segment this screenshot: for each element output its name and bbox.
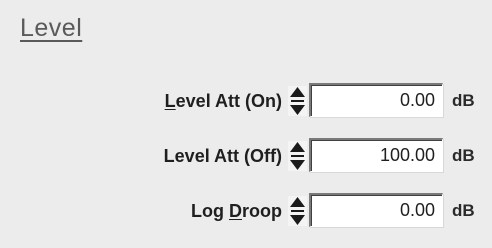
section-title-level: Level	[20, 14, 83, 42]
level-att-off-unit: dB	[452, 146, 475, 165]
log-droop-unit: dB	[452, 201, 475, 220]
level-att-off-spinner[interactable]	[288, 141, 307, 171]
log-droop-row: Log Droop 0.00 dB	[0, 193, 492, 227]
level-att-on-field[interactable]: 0.00	[309, 83, 443, 117]
log-droop-accel: D	[229, 201, 242, 221]
level-att-off-label: Level Att (Off)	[163, 146, 282, 166]
level-panel: Level Level Att (On) 0.00 dB Level Att (…	[0, 0, 492, 248]
level-att-on-label-text: evel Att (On)	[175, 91, 282, 111]
level-att-off-row: Level Att (Off) 100.00 dB	[0, 138, 492, 172]
up-down-spinner-icon	[290, 142, 305, 170]
log-droop-label-pre: Log	[191, 201, 229, 221]
level-att-on-spinner[interactable]	[288, 86, 307, 116]
up-down-spinner-icon	[290, 87, 305, 115]
level-att-on-label: Level Att (On)	[165, 91, 282, 112]
log-droop-spinner[interactable]	[288, 196, 307, 226]
level-att-on-unit: dB	[452, 91, 475, 110]
log-droop-label: Log Droop	[191, 201, 282, 222]
log-droop-field[interactable]: 0.00	[309, 193, 443, 227]
log-droop-label-rest: roop	[242, 201, 282, 221]
level-att-on-row: Level Att (On) 0.00 dB	[0, 83, 492, 117]
level-att-on-accel: L	[164, 91, 176, 111]
up-down-spinner-icon	[290, 197, 305, 225]
level-att-off-field[interactable]: 100.00	[309, 138, 443, 172]
